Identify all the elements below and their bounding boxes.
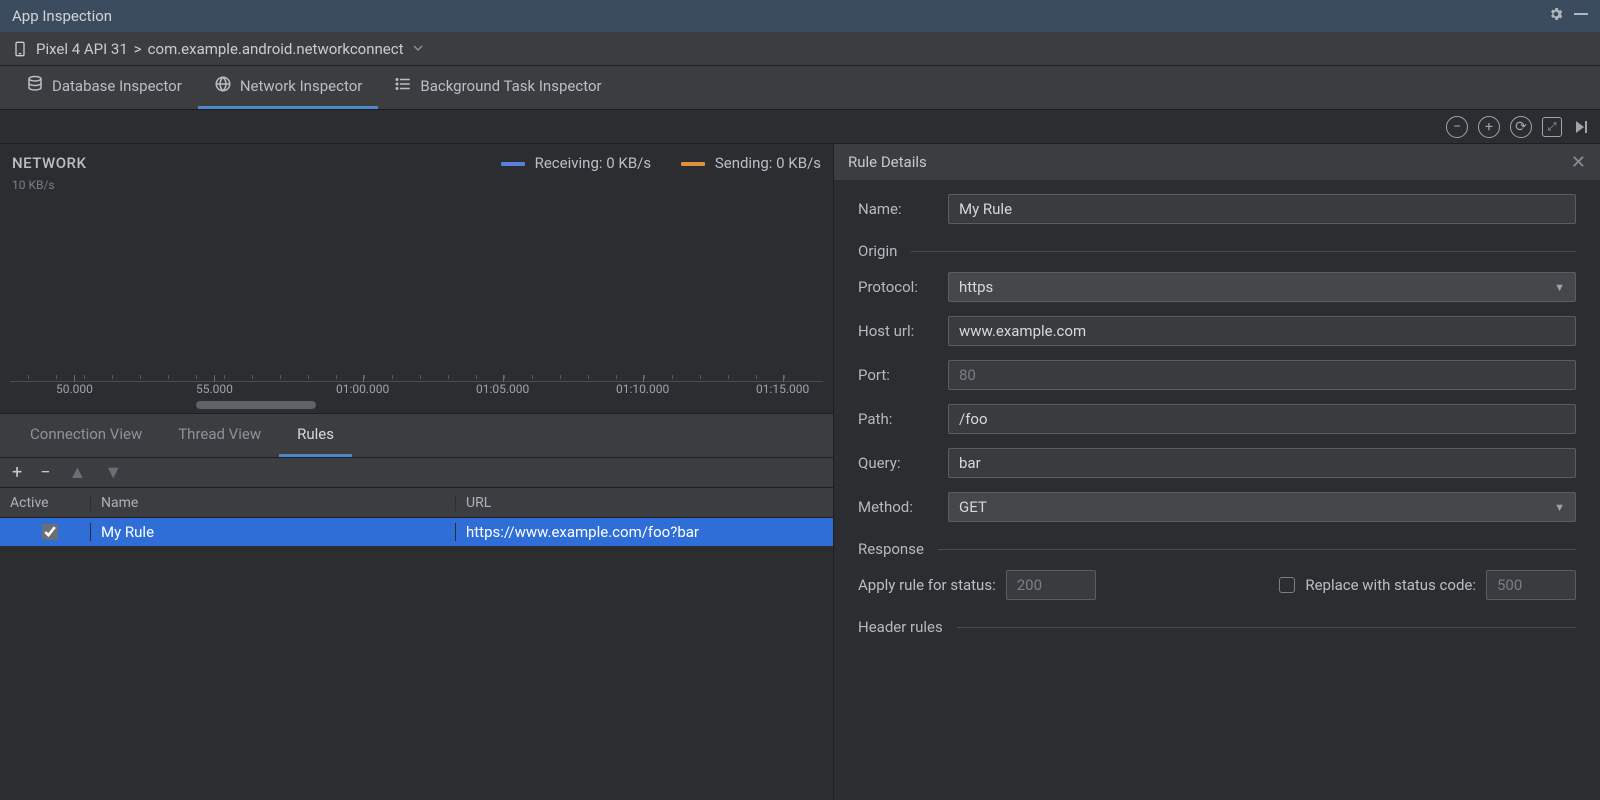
column-header-active[interactable]: Active — [0, 495, 90, 511]
tab-database-inspector[interactable]: Database Inspector — [10, 66, 198, 109]
breadcrumb-process[interactable]: com.example.android.networkconnect — [148, 40, 404, 58]
apply-status-input[interactable] — [1006, 570, 1096, 600]
method-label: Method: — [858, 498, 948, 516]
yaxis-label: 10 KB/s — [0, 176, 833, 194]
chevron-down-icon[interactable] — [412, 40, 424, 58]
timeline-tick: 50.000 — [56, 382, 93, 396]
column-header-url[interactable]: URL — [455, 495, 833, 511]
rule-details-title: Rule Details — [848, 153, 927, 171]
rule-url-cell: https://www.example.com/foo?bar — [455, 523, 833, 541]
header-rules-section-label: Header rules — [858, 618, 943, 636]
timeline-tick: 01:05.000 — [476, 382, 529, 396]
go-live-icon[interactable] — [1572, 116, 1590, 138]
query-label: Query: — [858, 454, 948, 472]
zoom-out-icon[interactable]: − — [1446, 116, 1468, 138]
rules-toolbar: + − ▲ ▼ — [0, 458, 833, 488]
lower-tabs: Connection View Thread View Rules — [0, 414, 833, 458]
tab-background-task-inspector[interactable]: Background Task Inspector — [378, 66, 617, 109]
name-label: Name: — [858, 200, 948, 218]
left-panel: NETWORK Receiving: 0 KB/s Sending: 0 KB/… — [0, 144, 834, 800]
path-label: Path: — [858, 410, 948, 428]
remove-rule-button[interactable]: − — [40, 464, 50, 482]
port-label: Port: — [858, 366, 948, 384]
timeline-tick: 01:10.000 — [616, 382, 669, 396]
tab-label: Database Inspector — [52, 77, 182, 95]
panel-title: App Inspection — [12, 7, 1538, 25]
add-rule-button[interactable]: + — [12, 464, 22, 482]
tab-label: Network Inspector — [240, 77, 363, 95]
protocol-label: Protocol: — [858, 278, 948, 296]
gear-icon[interactable] — [1548, 6, 1564, 26]
zoom-in-icon[interactable]: + — [1478, 116, 1500, 138]
breadcrumb: Pixel 4 API 31 > com.example.android.net… — [0, 32, 1600, 66]
tab-label: Background Task Inspector — [420, 77, 601, 95]
titlebar: App Inspection — [0, 0, 1600, 32]
timeline-tick: 55.000 — [196, 382, 233, 396]
move-up-button[interactable]: ▲ — [69, 464, 87, 482]
column-header-name[interactable]: Name — [90, 495, 455, 511]
timeline-tick: 01:15.000 — [756, 382, 809, 396]
apply-status-label: Apply rule for status: — [858, 576, 996, 594]
timeline-chart-area[interactable] — [0, 194, 833, 381]
tab-network-inspector[interactable]: Network Inspector — [198, 66, 379, 109]
globe-icon — [214, 75, 232, 97]
timeline-toolbar: − + ⟳ ⤢ — [0, 110, 1600, 144]
name-input[interactable] — [948, 194, 1576, 224]
rules-table: Active Name URL My Rule https://www.exam… — [0, 488, 833, 800]
replace-status-label: Replace with status code: — [1305, 576, 1476, 594]
host-input[interactable] — [948, 316, 1576, 346]
response-section-label: Response — [858, 540, 924, 558]
chevron-down-icon: ▼ — [1554, 281, 1565, 294]
minimize-icon[interactable] — [1574, 7, 1588, 25]
device-icon — [12, 41, 28, 57]
rule-details-panel: Rule Details ✕ Name: Origin Protocol: ht… — [834, 144, 1600, 800]
tab-connection-view[interactable]: Connection View — [12, 414, 160, 457]
replace-status-checkbox[interactable] — [1279, 577, 1295, 593]
legend-sending: Sending: 0 KB/s — [681, 154, 821, 172]
host-label: Host url: — [858, 322, 948, 340]
network-title: NETWORK — [12, 154, 86, 172]
port-input[interactable] — [948, 360, 1576, 390]
rule-name-cell: My Rule — [90, 523, 455, 541]
reset-zoom-icon[interactable]: ⟳ — [1510, 116, 1532, 138]
query-input[interactable] — [948, 448, 1576, 478]
table-row[interactable]: My Rule https://www.example.com/foo?bar — [0, 518, 833, 546]
list-icon — [394, 75, 412, 97]
method-select[interactable]: GET▼ — [948, 492, 1576, 522]
zoom-selection-icon[interactable]: ⤢ — [1542, 117, 1562, 137]
timeline-scrollbar-thumb[interactable] — [196, 401, 316, 409]
tab-rules[interactable]: Rules — [279, 414, 352, 457]
legend-receiving: Receiving: 0 KB/s — [501, 154, 651, 172]
rule-active-checkbox[interactable] — [42, 524, 58, 540]
network-timeline: NETWORK Receiving: 0 KB/s Sending: 0 KB/… — [0, 144, 833, 414]
breadcrumb-device[interactable]: Pixel 4 API 31 — [36, 40, 128, 58]
close-icon[interactable]: ✕ — [1571, 152, 1586, 173]
database-icon — [26, 75, 44, 97]
inspector-tabs: Database Inspector Network Inspector Bac… — [0, 66, 1600, 110]
chevron-down-icon: ▼ — [1554, 501, 1565, 514]
path-input[interactable] — [948, 404, 1576, 434]
protocol-select[interactable]: https▼ — [948, 272, 1576, 302]
timeline-tick: 01:00.000 — [336, 382, 389, 396]
move-down-button[interactable]: ▼ — [104, 464, 122, 482]
replace-status-input[interactable] — [1486, 570, 1576, 600]
tab-thread-view[interactable]: Thread View — [160, 414, 279, 457]
timeline-ruler[interactable]: 50.000 55.000 01:00.000 01:05.000 01:10.000 0… — [10, 381, 823, 413]
origin-section-label: Origin — [858, 242, 897, 260]
